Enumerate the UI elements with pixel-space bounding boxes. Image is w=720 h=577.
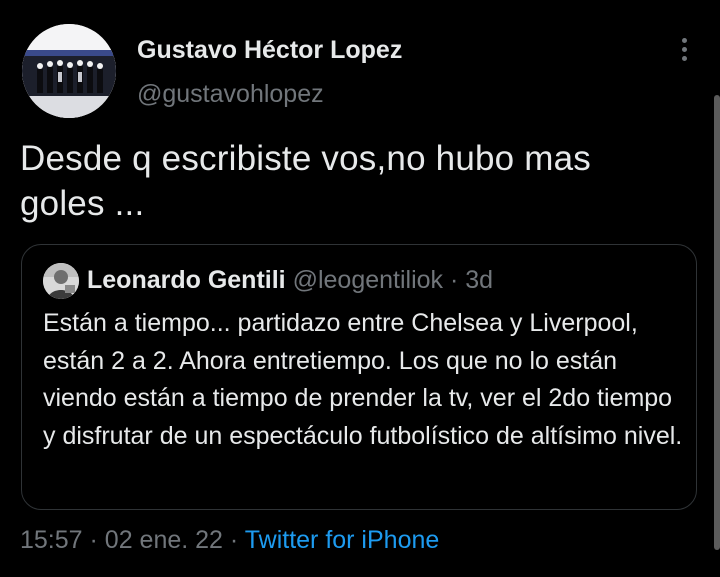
quoted-tweet-text: Están a tiempo... partidazo entre Chelse… (43, 309, 683, 450)
quoted-author-name: Leonardo Gentili (87, 266, 286, 294)
tweet-source-link[interactable]: Twitter for iPhone (245, 526, 440, 554)
more-options-icon[interactable] (672, 38, 696, 68)
tweet-text: Desde q escribiste vos,no hubo mas goles… (20, 139, 591, 223)
tweet-meta: 15:57 · 02 ene. 22 · Twitter for iPhone (20, 526, 439, 555)
meta-separator: · (229, 526, 239, 554)
quoted-tweet-header: Leonardo Gentili @leogentiliok · 3d (87, 266, 493, 295)
tweet: Gustavo Héctor Lopez @gustavohlopez Desd… (0, 0, 720, 577)
scrollbar[interactable] (714, 95, 720, 550)
more-dot (681, 38, 687, 43)
author-avatar[interactable] (22, 24, 116, 118)
more-dot (681, 56, 687, 61)
quoted-author-handle: @leogentiliok (292, 266, 444, 294)
more-dot (681, 47, 687, 52)
quoted-author-avatar (43, 263, 79, 299)
quoted-timestamp: 3d (465, 266, 494, 294)
tweet-date: 02 ene. 22 (104, 526, 223, 554)
author-display-name[interactable]: Gustavo Héctor Lopez (137, 36, 402, 65)
quoted-separator: · (450, 266, 459, 294)
person-photo-avatar-icon (43, 263, 79, 299)
meta-separator: · (89, 526, 98, 554)
tweet-time: 15:57 (20, 526, 83, 554)
group-photo-avatar-icon (22, 24, 116, 118)
quoted-tweet-card[interactable]: Leonardo Gentili @leogentiliok · 3d Está… (21, 244, 697, 510)
author-handle[interactable]: @gustavohlopez (137, 80, 324, 109)
